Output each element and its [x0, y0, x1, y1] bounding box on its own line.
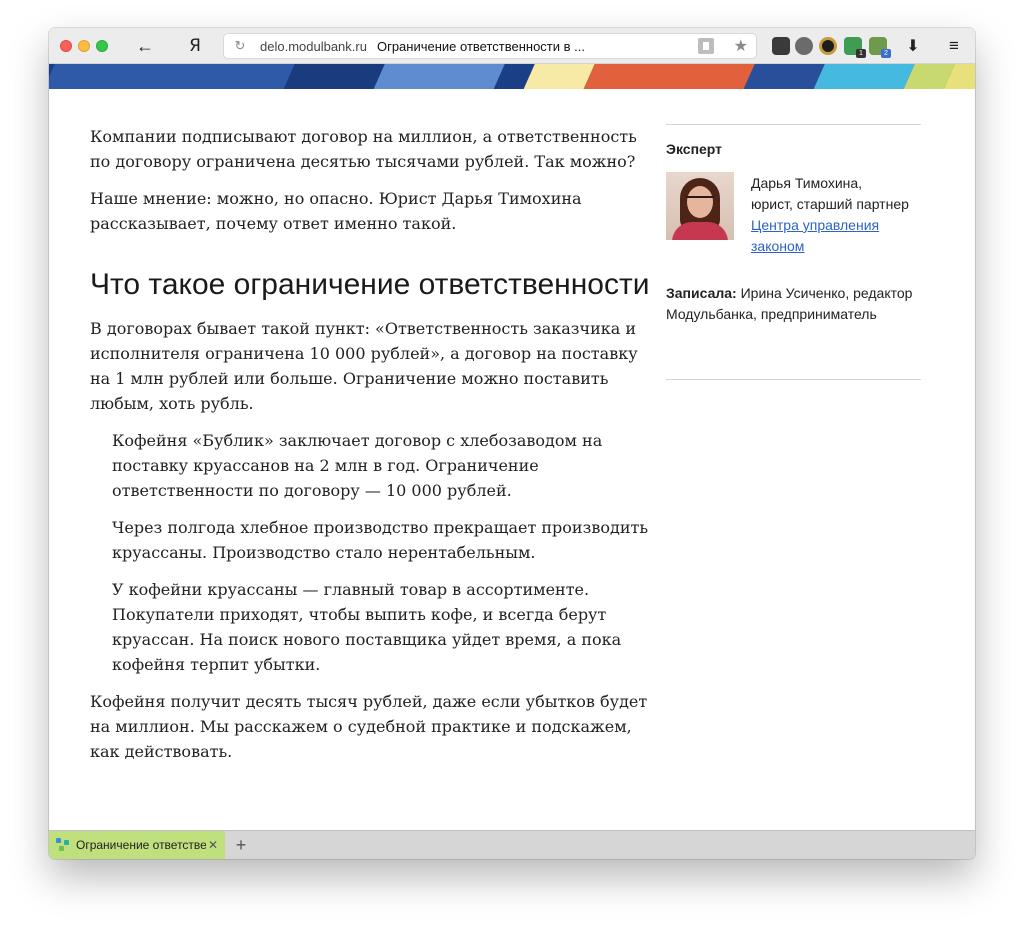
expert-role: юрист, старший партнер — [751, 196, 909, 212]
sidebar: Эксперт Дарья Тимохина, юрист, старший п… — [666, 124, 921, 380]
address-bar[interactable]: ↻ delo.modulbank.ru Ограничение ответств… — [223, 33, 757, 59]
reload-icon[interactable]: ↻ — [230, 38, 250, 54]
intro-paragraph: Компании подписывают договор на миллион,… — [90, 127, 637, 171]
example-paragraph: У кофейни круассаны — главный товар в ас… — [112, 580, 622, 674]
banner-stripe — [580, 64, 758, 89]
camera-icon[interactable] — [819, 37, 837, 55]
banner-stripe — [49, 64, 298, 89]
expert-avatar — [666, 172, 734, 240]
expert-name: Дарья Тимохина, — [751, 175, 863, 191]
example-paragraph: Кофейня «Бублик» заключает договор с хле… — [112, 431, 603, 500]
url-domain: delo.modulbank.ru — [260, 38, 367, 54]
expert-info: Дарья Тимохина, юрист, старший партнер Ц… — [751, 173, 921, 257]
bookmark-star-icon[interactable]: ★ — [734, 36, 748, 56]
browser-window: ← Я ↻ delo.modulbank.ru Ограничение отве… — [49, 28, 975, 859]
header-banner — [49, 64, 975, 89]
android-icon[interactable]: 2 — [869, 37, 891, 58]
download-icon[interactable]: ⬇ — [902, 34, 924, 58]
url-page-title: Ограничение ответственности в ... — [376, 38, 585, 54]
banner-stripe — [370, 64, 508, 89]
author-label: Записала: — [666, 285, 737, 301]
reader-mode-icon[interactable] — [698, 38, 714, 54]
extension-badge: 1 — [856, 49, 866, 58]
tab-active[interactable]: Ограничение ответственности ✕ — [49, 831, 225, 859]
browser-toolbar: ← Я ↻ delo.modulbank.ru Ограничение отве… — [49, 28, 975, 64]
banner-stripe — [810, 64, 918, 89]
tab-bar: Ограничение ответственности ✕ + — [49, 830, 975, 859]
back-button[interactable]: ← — [133, 34, 157, 58]
ghostery-icon[interactable] — [795, 37, 813, 55]
banner-stripe — [280, 64, 388, 89]
article-paragraph: Кофейня получит десять тысяч рублей, даж… — [90, 692, 648, 761]
section-heading: Что такое ограничение ответственности — [90, 268, 650, 301]
expert-company-link[interactable]: Центра управления законом — [751, 215, 921, 257]
article-paragraph: В договорах бывает такой пункт: «Ответст… — [90, 319, 638, 413]
tab-close-icon[interactable]: ✕ — [208, 838, 218, 852]
expert-label: Эксперт — [666, 141, 723, 157]
adblock-icon[interactable]: 1 — [844, 37, 866, 58]
author-credit: Записала: Ирина Усиченко, редактор Модул… — [666, 283, 921, 325]
yandex-home-button[interactable]: Я — [183, 34, 207, 58]
close-window-button[interactable] — [60, 40, 72, 52]
extension-badge: 2 — [881, 49, 891, 58]
minimize-window-button[interactable] — [78, 40, 90, 52]
example-paragraph: Через полгода хлебное производство прекр… — [112, 518, 649, 562]
article: Компании подписывают договор на миллион,… — [90, 124, 656, 776]
menu-icon[interactable]: ≡ — [942, 34, 966, 58]
new-tab-button[interactable]: + — [231, 835, 251, 855]
intro-paragraph: Наше мнение: можно, но опасно. Юрист Дар… — [90, 189, 582, 233]
tab-title: Ограничение ответственности — [76, 838, 206, 852]
evernote-icon[interactable] — [772, 37, 790, 55]
zoom-window-button[interactable] — [96, 40, 108, 52]
site-favicon-icon — [56, 838, 70, 852]
example-block: Кофейня «Бублик» заключает договор с хле… — [90, 428, 656, 677]
